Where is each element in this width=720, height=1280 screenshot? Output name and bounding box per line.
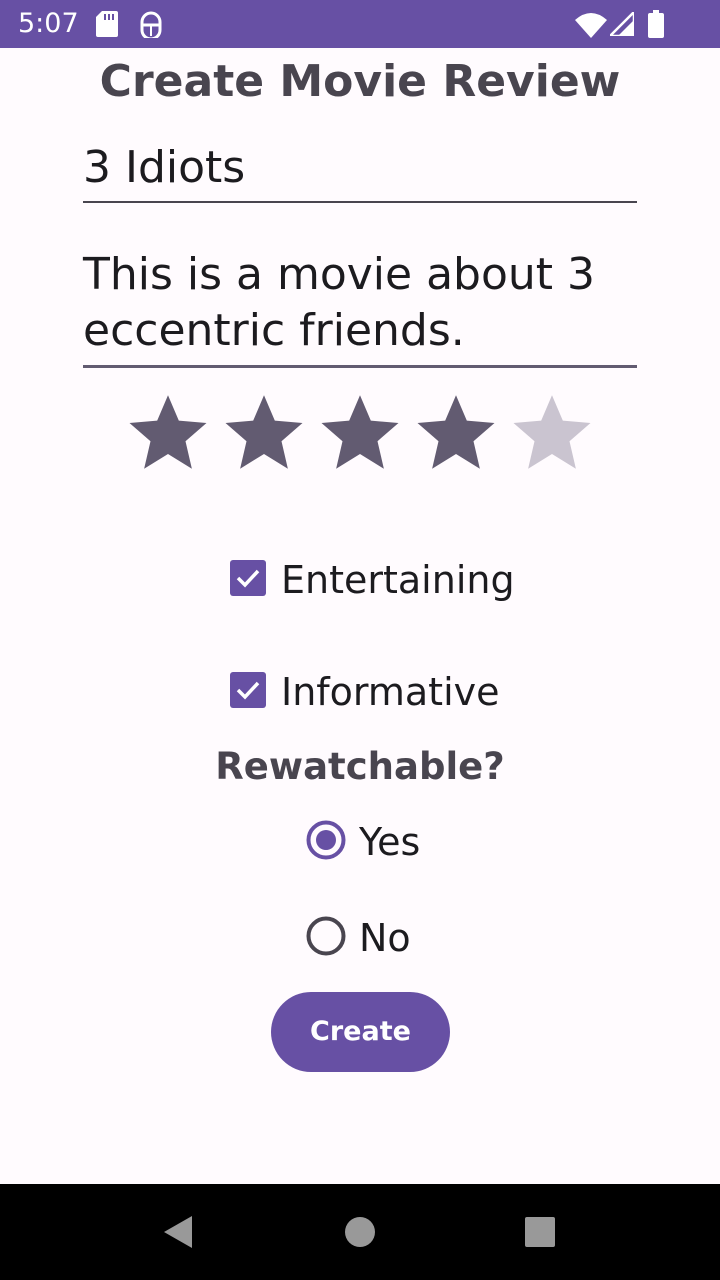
signal-icon bbox=[610, 12, 634, 36]
rewatchable-no-radio[interactable]: No bbox=[306, 916, 446, 964]
radio-unselected-icon[interactable] bbox=[306, 916, 346, 956]
entertaining-checkbox[interactable]: Entertaining bbox=[230, 556, 530, 604]
star-icon[interactable] bbox=[222, 390, 306, 474]
status-time: 5:07 bbox=[18, 8, 79, 39]
navigation-bar bbox=[0, 1184, 720, 1280]
informative-checkbox[interactable]: Informative bbox=[230, 668, 530, 716]
create-button[interactable]: Create bbox=[271, 992, 450, 1072]
no-label: No bbox=[359, 916, 411, 960]
entertaining-label: Entertaining bbox=[281, 558, 515, 602]
rating-bar[interactable] bbox=[126, 390, 606, 474]
movie-title-field[interactable]: 3 Idiots bbox=[83, 140, 637, 196]
review-description-underline bbox=[83, 365, 637, 368]
android-debug-icon bbox=[140, 11, 162, 38]
radio-selected-icon[interactable] bbox=[306, 820, 346, 860]
rewatchable-heading: Rewatchable? bbox=[215, 745, 505, 788]
review-description-field[interactable]: This is a movie about 3 eccentric friend… bbox=[83, 247, 637, 359]
back-icon[interactable] bbox=[162, 1216, 194, 1248]
battery-icon bbox=[648, 10, 664, 38]
star-empty-icon[interactable] bbox=[510, 390, 594, 474]
sd-card-icon bbox=[96, 11, 118, 37]
movie-title-underline bbox=[83, 201, 637, 203]
star-icon[interactable] bbox=[414, 390, 498, 474]
informative-label: Informative bbox=[281, 670, 500, 714]
star-icon[interactable] bbox=[318, 390, 402, 474]
wifi-icon bbox=[575, 13, 607, 38]
status-bar: 5:07 bbox=[0, 0, 720, 48]
checkbox-checked-icon[interactable] bbox=[230, 672, 266, 708]
page-title: Create Movie Review bbox=[99, 56, 621, 107]
home-icon[interactable] bbox=[344, 1216, 376, 1248]
yes-label: Yes bbox=[359, 820, 421, 864]
recents-icon[interactable] bbox=[524, 1216, 556, 1248]
checkbox-checked-icon[interactable] bbox=[230, 560, 266, 596]
rewatchable-yes-radio[interactable]: Yes bbox=[306, 820, 446, 868]
star-icon[interactable] bbox=[126, 390, 210, 474]
